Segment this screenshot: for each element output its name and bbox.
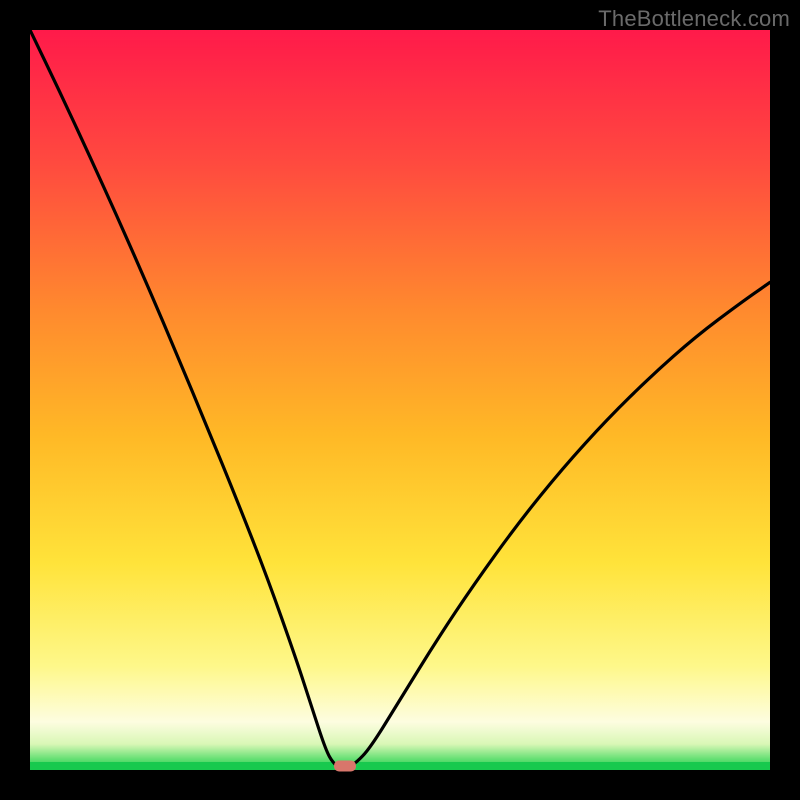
- bottleneck-curve: [30, 30, 770, 770]
- watermark-text: TheBottleneck.com: [598, 6, 790, 32]
- plot-area: [30, 30, 770, 770]
- optimum-marker: [334, 760, 356, 771]
- chart-frame: TheBottleneck.com: [0, 0, 800, 800]
